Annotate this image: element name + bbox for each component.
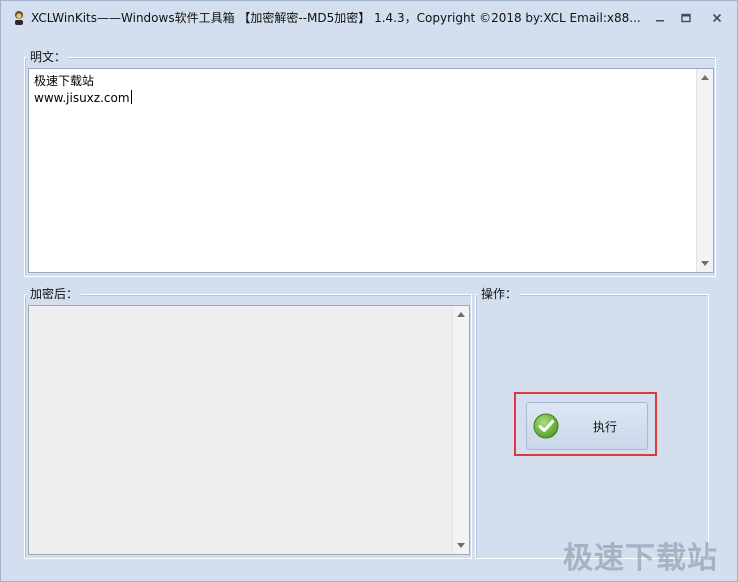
plaintext-group: 明文： 极速下载站 www.jisuxz.com <box>24 50 716 277</box>
encrypted-label: 加密后： <box>27 287 82 301</box>
plaintext-line: www.jisuxz.com <box>34 91 130 105</box>
scroll-up-icon[interactable] <box>457 312 465 317</box>
scroll-down-icon[interactable] <box>701 261 709 266</box>
scroll-down-icon[interactable] <box>457 543 465 548</box>
close-icon <box>712 13 722 23</box>
plaintext-label: 明文： <box>27 50 70 64</box>
plaintext-scrollbar[interactable] <box>696 69 713 272</box>
plaintext-line: 极速下载站 <box>34 74 95 88</box>
minimize-button[interactable] <box>649 10 671 26</box>
highlight-box <box>514 392 657 456</box>
maximize-button[interactable] <box>675 10 697 26</box>
encrypted-scrollbar[interactable] <box>452 306 469 554</box>
encrypted-group: 加密后： <box>24 287 472 559</box>
operations-label: 操作： <box>478 287 521 301</box>
scroll-up-icon[interactable] <box>701 75 709 80</box>
app-window: XCLWinKits——Windows软件工具箱 【加密解密--MD5加密】 1… <box>0 0 738 582</box>
app-icon <box>11 10 27 26</box>
plaintext-input[interactable]: 极速下载站 www.jisuxz.com <box>28 68 714 273</box>
maximize-icon <box>681 13 691 23</box>
watermark: 极速下载站 <box>563 541 718 576</box>
window-title: XCLWinKits——Windows软件工具箱 【加密解密--MD5加密】 1… <box>31 11 641 25</box>
encrypted-output[interactable] <box>28 305 470 555</box>
close-button[interactable] <box>706 10 728 26</box>
minimize-icon <box>656 20 664 22</box>
text-caret <box>130 90 132 104</box>
title-bar[interactable]: XCLWinKits——Windows软件工具箱 【加密解密--MD5加密】 1… <box>1 1 737 34</box>
